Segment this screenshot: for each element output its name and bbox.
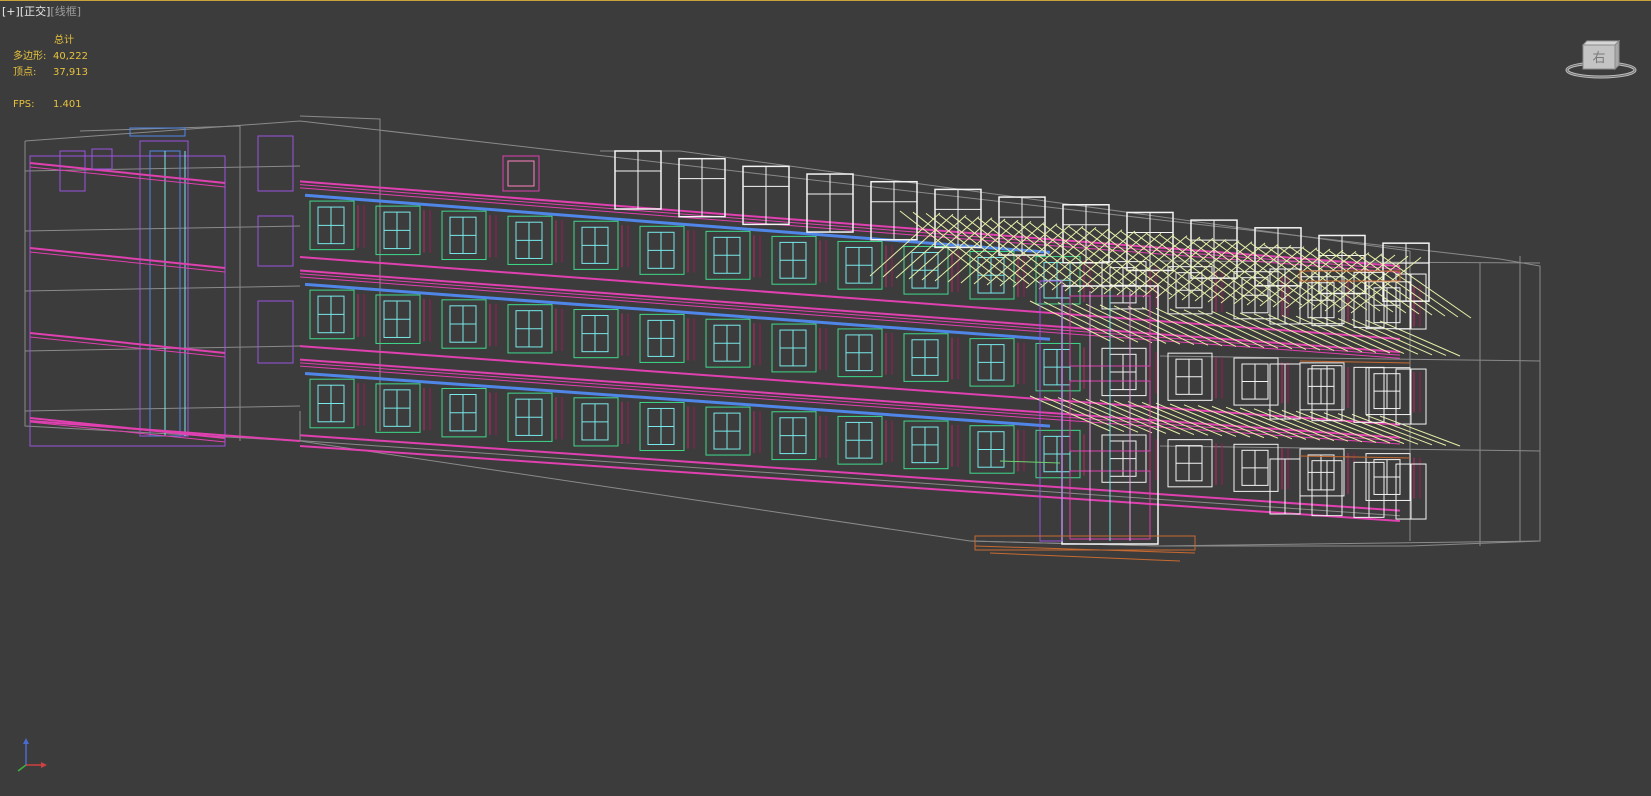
- fps-label: FPS:: [13, 99, 35, 110]
- viewport-label: [+][正交][线框]: [2, 3, 81, 19]
- stats-header: 总计: [54, 35, 74, 46]
- 3d-viewport[interactable]: [+][正交][线框] 总计 多边形: 40,222 顶点: 37,913 FP…: [0, 0, 1651, 796]
- stats-vertices-label: 顶点:: [13, 67, 37, 78]
- axis-tripod-icon: [12, 735, 52, 775]
- stats-vertices-value: 37,913: [53, 67, 88, 78]
- stats-polygons-label: 多边形:: [13, 51, 47, 62]
- viewcube-face-label: 右: [1592, 51, 1605, 66]
- viewport-menu-plus[interactable]: [+]: [2, 5, 20, 18]
- stats-polygons-value: 40,222: [53, 51, 88, 62]
- wireframe-building-model[interactable]: [0, 1, 1651, 796]
- fps-value: 1.401: [53, 99, 82, 110]
- viewcube-icon[interactable]: 右: [1563, 37, 1639, 83]
- viewport-menu-shading[interactable]: [线框]: [50, 5, 81, 18]
- viewport-menu-projection[interactable]: [正交]: [20, 5, 51, 18]
